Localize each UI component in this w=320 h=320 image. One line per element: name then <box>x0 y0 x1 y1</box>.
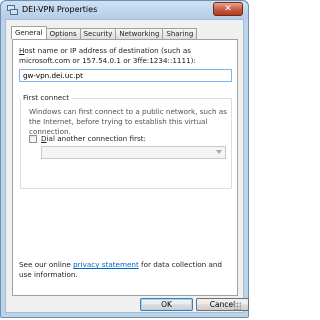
first-connect-description: Windows can first connect to a public ne… <box>29 107 227 136</box>
privacy-statement-link[interactable]: privacy statement <box>73 260 139 269</box>
close-button[interactable]: ✕ <box>213 2 243 16</box>
tab-sharing[interactable]: Sharing <box>162 28 198 39</box>
privacy-text: See our online privacy statement for dat… <box>19 260 233 280</box>
tab-strip: General Options Security Networking Shar… <box>11 26 198 39</box>
tab-options[interactable]: Options <box>45 28 81 39</box>
privacy-prefix: See our online <box>19 260 74 269</box>
title-bar[interactable]: DEI-VPN Properties ✕ <box>1 1 248 19</box>
dial-another-label[interactable]: Dial another connection first: <box>41 134 146 144</box>
connection-dropdown[interactable] <box>41 146 226 159</box>
cancel-button[interactable]: Cancel <box>196 298 249 311</box>
window-title: DEI-VPN Properties <box>22 5 98 14</box>
network-connection-icon <box>7 5 18 15</box>
host-label-text: ost name or IP address of destination (s… <box>19 46 196 65</box>
host-name-input[interactable] <box>19 69 232 82</box>
resize-grip-icon[interactable] <box>233 302 241 310</box>
close-icon: ✕ <box>224 4 232 14</box>
chevron-down-icon <box>216 150 222 154</box>
tab-networking[interactable]: Networking <box>115 28 164 39</box>
dial-another-checkbox[interactable] <box>29 135 37 143</box>
dial-label-text: ial another connection first: <box>46 134 146 143</box>
dialog-client-area: General Options Security Networking Shar… <box>5 19 249 313</box>
tab-general[interactable]: General <box>11 26 47 39</box>
first-connect-title: First connect <box>21 93 72 103</box>
tab-security[interactable]: Security <box>79 28 117 39</box>
properties-window: DEI-VPN Properties ✕ General Options Sec… <box>0 0 249 318</box>
ok-button[interactable]: OK <box>140 298 193 311</box>
general-tab-panel: Host name or IP address of destination (… <box>12 39 238 296</box>
host-name-label: Host name or IP address of destination (… <box>19 46 233 66</box>
